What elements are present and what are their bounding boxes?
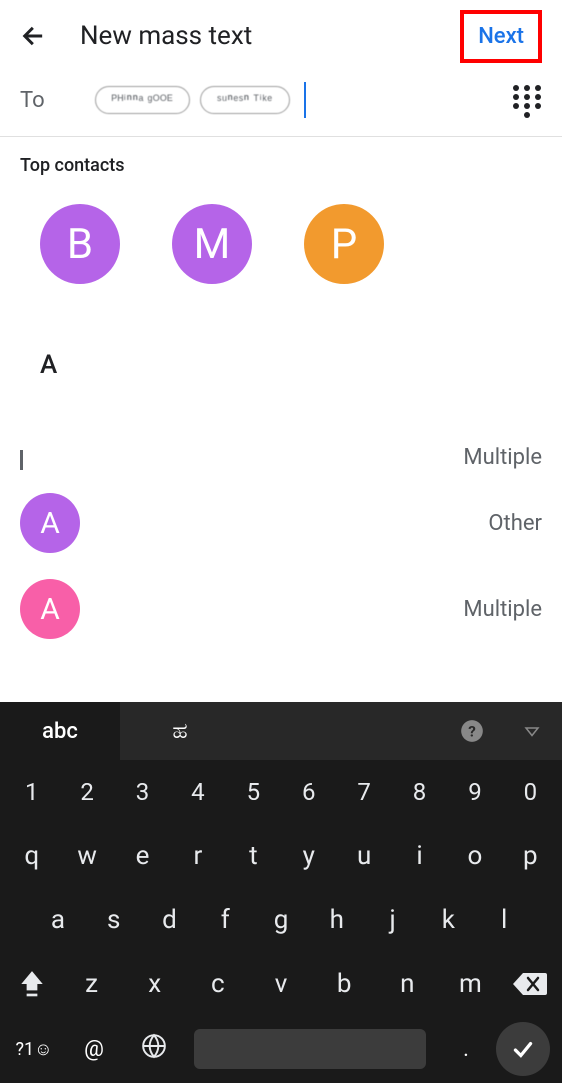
contact-row[interactable]: A Other [0,480,562,566]
svg-text:?: ? [468,722,476,740]
recipient-chips: ᴾᴴⁱⁿⁿᵃ ᵍᴼᴼᴱ ˢᵘⁿᵉˢⁿ ᵀⁱᵏᵉ [95,82,306,118]
keyboard: abc ಹ ? 1 2 3 4 5 6 7 8 9 0 q w e r t y … [0,702,562,1083]
contact-avatar: A [20,493,80,553]
key-r[interactable]: r [170,841,225,871]
key-e[interactable]: e [115,841,170,871]
key-s[interactable]: s [86,905,142,935]
key-o[interactable]: o [447,841,502,871]
key-a[interactable]: a [30,905,86,935]
key-j[interactable]: j [365,905,421,935]
page-title: New mass text [80,21,460,51]
header: New mass text Next [0,0,562,72]
key-h[interactable]: h [309,905,365,935]
symbols-key[interactable]: ?1☺ [4,1039,64,1060]
key-l[interactable]: l [476,905,532,935]
key-n[interactable]: n [376,969,439,999]
recipient-chip[interactable]: ˢᵘⁿᵉˢⁿ ᵀⁱᵏᵉ [200,86,290,114]
globe-icon[interactable] [124,1033,184,1065]
next-button[interactable]: Next [460,10,542,63]
to-label: To [20,88,45,113]
key-4[interactable]: 4 [170,778,225,806]
contact-row[interactable]: Multiple [0,420,562,480]
key-9[interactable]: 9 [447,778,502,806]
keyboard-row-q: q w e r t y u i o p [0,824,562,888]
keyboard-tab-alt[interactable]: ಹ [120,702,240,760]
key-c[interactable]: c [186,969,249,999]
to-field[interactable]: To ᴾᴴⁱⁿⁿᵃ ᵍᴼᴼᴱ ˢᵘⁿᵉˢⁿ ᵀⁱᵏᵉ [0,72,562,137]
key-6[interactable]: 6 [281,778,336,806]
key-3[interactable]: 3 [115,778,170,806]
shift-key[interactable] [4,969,60,999]
key-f[interactable]: f [197,905,253,935]
key-x[interactable]: x [123,969,186,999]
keyboard-row-z: z x c v b n m [0,952,562,1016]
recipient-chip[interactable]: ᴾᴴⁱⁿⁿᵃ ᵍᴼᴼᴱ [95,86,190,114]
key-q[interactable]: q [4,841,59,871]
contact-avatar: A [20,579,80,639]
section-header: A [0,294,562,380]
contact-indicator [20,450,23,470]
key-b[interactable]: b [313,969,376,999]
top-contacts-row: B M P [0,176,562,294]
key-0[interactable]: 0 [503,778,558,806]
keyboard-bottom-row: ?1☺ @ . [0,1016,562,1082]
key-v[interactable]: v [249,969,312,999]
key-7[interactable]: 7 [336,778,391,806]
help-icon[interactable]: ? [442,718,502,744]
dialpad-icon[interactable] [512,85,542,115]
enter-key[interactable] [496,1022,550,1076]
key-g[interactable]: g [253,905,309,935]
key-m[interactable]: m [439,969,502,999]
contact-row[interactable]: A Multiple [0,566,562,652]
top-contact-avatar[interactable]: B [40,204,120,284]
key-5[interactable]: 5 [226,778,281,806]
key-y[interactable]: y [281,841,336,871]
keyboard-row-a: a s d f g h j k l [0,888,562,952]
contact-type: Other [488,511,542,536]
keyboard-tab-abc[interactable]: abc [0,702,120,760]
at-key[interactable]: @ [64,1037,124,1062]
back-icon[interactable] [20,22,48,50]
key-d[interactable]: d [142,905,198,935]
key-8[interactable]: 8 [392,778,447,806]
top-contacts-label: Top contacts [0,137,562,176]
spacebar-key[interactable] [194,1029,426,1069]
key-i[interactable]: i [392,841,447,871]
top-contact-avatar[interactable]: M [172,204,252,284]
key-p[interactable]: p [503,841,558,871]
text-cursor [304,82,306,118]
key-z[interactable]: z [60,969,123,999]
top-contact-avatar[interactable]: P [304,204,384,284]
contact-type: Multiple [463,597,542,622]
key-2[interactable]: 2 [59,778,114,806]
backspace-key[interactable] [502,971,558,997]
key-k[interactable]: k [420,905,476,935]
key-u[interactable]: u [336,841,391,871]
key-w[interactable]: w [59,841,114,871]
period-key[interactable]: . [436,1037,496,1062]
contact-type: Multiple [463,445,542,470]
key-1[interactable]: 1 [4,778,59,806]
keyboard-number-row: 1 2 3 4 5 6 7 8 9 0 [0,760,562,824]
chevron-down-icon[interactable] [502,722,562,740]
key-t[interactable]: t [226,841,281,871]
